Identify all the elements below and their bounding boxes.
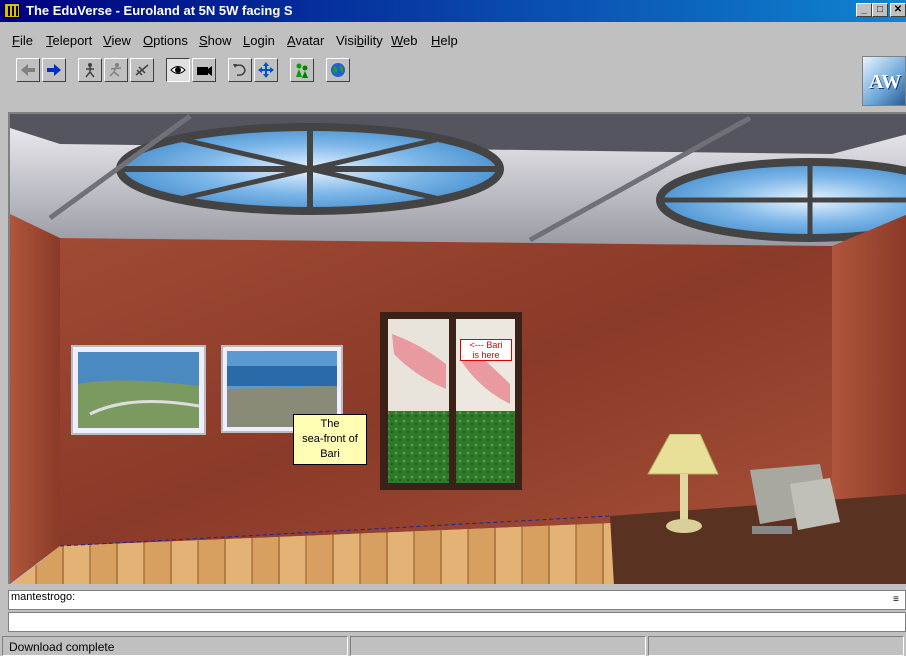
map-annotation: <--- Bari is here	[460, 339, 512, 361]
menu-help[interactable]: Help	[431, 33, 458, 48]
menu-login[interactable]: Login	[243, 33, 275, 48]
menu-show[interactable]: Show	[199, 33, 232, 48]
menu-file[interactable]: File	[12, 33, 33, 48]
move-icon	[258, 62, 274, 78]
menu-view[interactable]: View	[103, 33, 131, 48]
status-panel-2	[350, 636, 646, 656]
forward-button[interactable]	[42, 58, 66, 82]
move-button[interactable]	[254, 58, 278, 82]
eye-view-icon	[170, 66, 186, 74]
back-button[interactable]	[16, 58, 40, 82]
caption-sign: The sea-front of Bari	[293, 414, 367, 465]
menu-bar: File Teleport View Options Show Login Av…	[0, 30, 906, 50]
fly-button[interactable]	[130, 58, 154, 82]
camera-view-icon	[197, 66, 212, 76]
menu-visibility[interactable]: Visibility	[336, 33, 383, 48]
toolbar: AW	[0, 54, 906, 110]
status-bar: Download complete	[0, 636, 906, 656]
desk-objects	[647, 434, 840, 534]
globe-icon	[331, 63, 345, 77]
third-person-view-button[interactable]	[192, 58, 216, 82]
close-button[interactable]: ✕	[890, 3, 906, 17]
app-icon[interactable]	[4, 3, 20, 18]
window-title: The EduVerse - Euroland at 5N 5W facing …	[26, 3, 293, 18]
world-button[interactable]	[326, 58, 350, 82]
menu-web[interactable]: Web	[391, 33, 418, 48]
menu-options[interactable]: Options	[143, 33, 188, 48]
forward-arrow-icon	[47, 64, 61, 76]
3d-world-view[interactable]: <--- Bari is here The sea-front of Bari	[8, 112, 906, 584]
avatar-icon	[296, 63, 308, 78]
minimize-button[interactable]: _	[856, 3, 872, 17]
status-text: Download complete	[2, 636, 348, 656]
menu-teleport[interactable]: Teleport	[46, 33, 92, 48]
walk-icon	[85, 63, 95, 78]
walk-button[interactable]	[78, 58, 102, 82]
maximize-button[interactable]: □	[872, 3, 888, 17]
activeworlds-logo: AW	[862, 56, 906, 106]
fly-icon	[135, 64, 149, 76]
rotate-icon	[233, 64, 246, 76]
chat-input[interactable]	[8, 612, 906, 632]
title-bar[interactable]: The EduVerse - Euroland at 5N 5W facing …	[0, 0, 906, 22]
chat-line: mantestrogo:	[11, 591, 76, 603]
status-panel-3	[648, 636, 904, 656]
rotate-button[interactable]	[228, 58, 252, 82]
run-icon	[109, 63, 122, 77]
avatar-button[interactable]	[290, 58, 314, 82]
chat-scroll-icon[interactable]: ≡	[893, 592, 905, 608]
chat-log[interactable]: mantestrogo: ≡	[8, 590, 906, 610]
menu-avatar[interactable]: Avatar	[287, 33, 324, 48]
first-person-view-button[interactable]	[166, 58, 190, 82]
run-button[interactable]	[104, 58, 128, 82]
back-arrow-icon	[21, 64, 35, 76]
